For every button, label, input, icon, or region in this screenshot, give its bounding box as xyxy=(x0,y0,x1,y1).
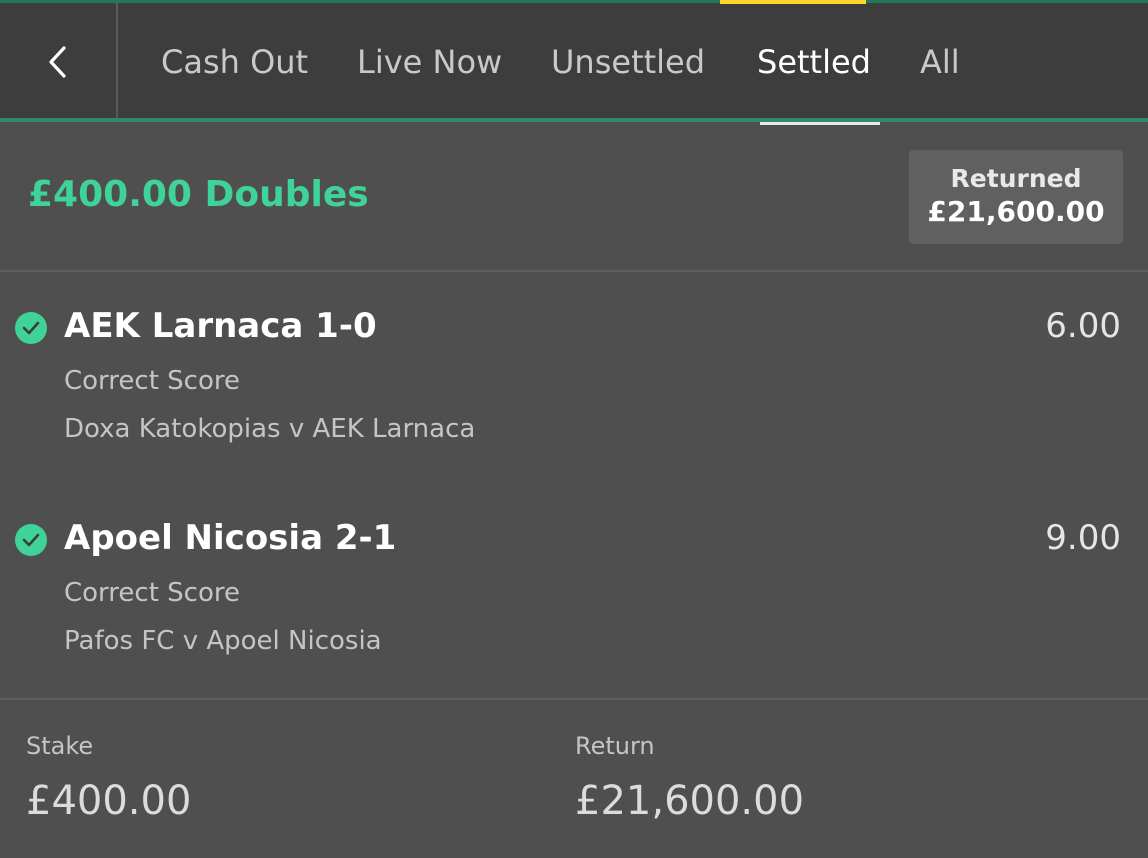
tab-live-now[interactable]: Live Now xyxy=(357,43,502,81)
bet-title: £400.00 Doubles xyxy=(28,174,369,215)
tab-unsettled[interactable]: Unsettled xyxy=(551,43,705,81)
selection-market: Correct Score xyxy=(64,578,240,608)
tab-settled[interactable]: Settled xyxy=(757,43,871,81)
back-button[interactable] xyxy=(0,3,118,121)
returned-badge: Returned £21,600.00 xyxy=(909,150,1123,244)
bet-summary: Stake £400.00 Return £21,600.00 xyxy=(0,698,1148,858)
stake-value: £400.00 xyxy=(26,778,192,824)
tab-cash-out[interactable]: Cash Out xyxy=(161,43,308,81)
returned-label: Returned xyxy=(950,164,1082,193)
bet-header: £400.00 Doubles Returned £21,600.00 xyxy=(0,122,1148,272)
selection-event: Pafos FC v Apoel Nicosia xyxy=(64,626,382,656)
selection-name: Apoel Nicosia 2-1 xyxy=(64,518,397,558)
selection-item: Apoel Nicosia 2-1 9.00 Correct Score Paf… xyxy=(0,486,1148,686)
selection-odds: 6.00 xyxy=(1045,306,1121,346)
selection-market: Correct Score xyxy=(64,366,240,396)
return-value: £21,600.00 xyxy=(575,778,805,824)
return-label: Return xyxy=(575,732,655,760)
selection-event: Doxa Katokopias v AEK Larnaca xyxy=(64,414,476,444)
selection-name: AEK Larnaca 1-0 xyxy=(64,306,377,346)
chevron-left-icon xyxy=(49,46,66,78)
check-circle-icon xyxy=(15,524,47,556)
tab-all[interactable]: All xyxy=(920,43,960,81)
selection-item: AEK Larnaca 1-0 6.00 Correct Score Doxa … xyxy=(0,274,1148,474)
returned-amount: £21,600.00 xyxy=(927,195,1105,228)
check-circle-icon xyxy=(15,312,47,344)
stake-label: Stake xyxy=(26,732,94,760)
top-navigation-bar: Cash Out Live Now Unsettled Settled All xyxy=(0,0,1148,125)
top-accent-strip xyxy=(720,0,866,4)
selection-odds: 9.00 xyxy=(1045,518,1121,558)
